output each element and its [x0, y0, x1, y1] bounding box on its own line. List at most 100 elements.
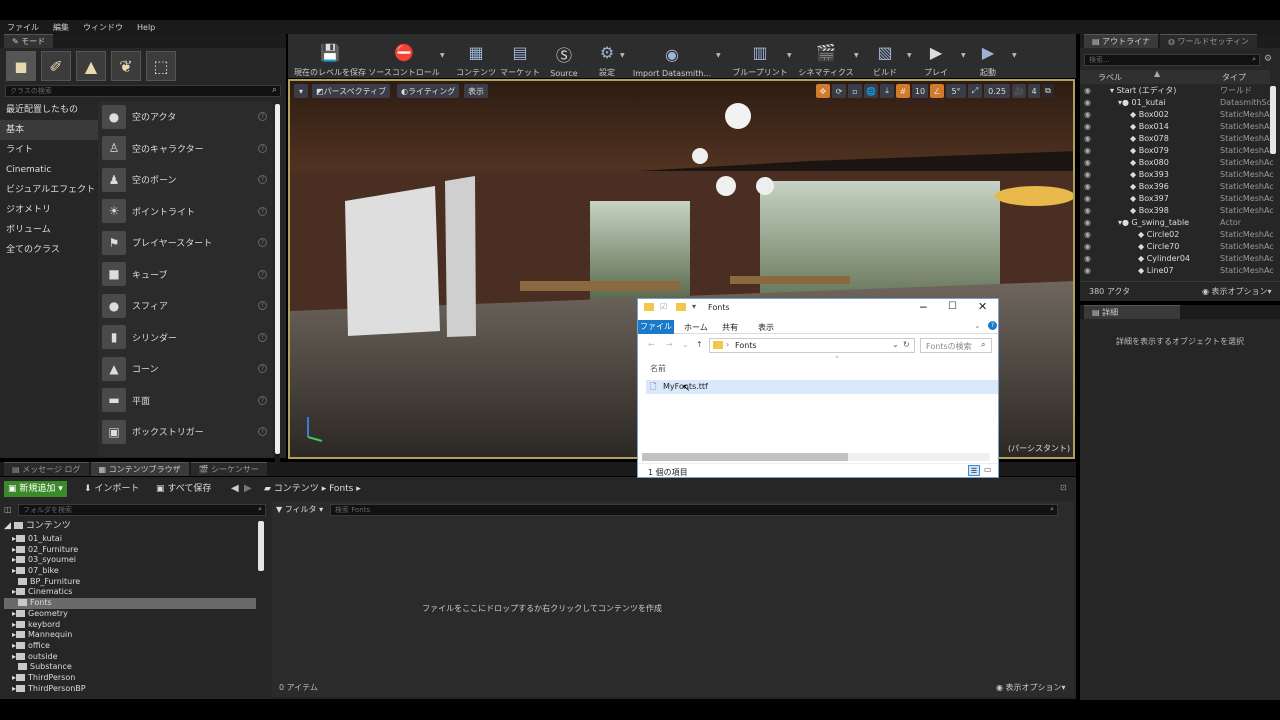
ribbon-tab-view[interactable]: 表示	[758, 322, 774, 333]
scale-snap-icon[interactable]: ⤢	[968, 84, 982, 98]
category-basic[interactable]: 基本	[0, 120, 98, 140]
eye-icon[interactable]: ◉	[1084, 229, 1091, 241]
menu-window[interactable]: ウィンドウ	[76, 22, 130, 33]
category-volumes[interactable]: ボリューム	[0, 220, 98, 240]
outliner-scrollbar-thumb[interactable]	[1270, 86, 1276, 154]
outliner-row[interactable]: ◉ ▾ Start (エディタ) ワールド	[1080, 85, 1270, 97]
eye-icon[interactable]: ◉	[1084, 133, 1091, 145]
camera-speed-icon[interactable]: 🎥	[1012, 84, 1026, 98]
lighting-button[interactable]: ◐ ライティング	[397, 84, 460, 98]
item-sphere[interactable]: ● スフィア?	[98, 290, 273, 322]
column-type[interactable]: タイプ	[1222, 72, 1246, 83]
asset-search-input[interactable]: 検索 Fonts ⌕	[330, 504, 1058, 516]
eye-icon[interactable]: ◉	[1084, 97, 1091, 109]
outliner-row[interactable]: ◉ ◆ Box080 StaticMeshAc	[1080, 157, 1274, 169]
eye-icon[interactable]: ◉	[1084, 157, 1091, 169]
angle-snap-icon[interactable]: ∠	[930, 84, 944, 98]
eye-icon[interactable]: ◉	[1084, 205, 1091, 217]
eye-icon[interactable]: ◉	[1084, 85, 1091, 97]
outliner-row[interactable]: ◉ ◆ Box396 StaticMeshAc	[1080, 181, 1274, 193]
outliner-row[interactable]: ◉ ◆ Box014 StaticMeshAc	[1080, 121, 1274, 133]
world-settings-tab[interactable]: ◍ ワールドセッティン	[1159, 34, 1258, 48]
folder-tree-toggle-icon[interactable]: ◫	[4, 505, 12, 514]
content-button[interactable]: ▦ コンテンツ	[454, 34, 498, 78]
add-new-button[interactable]: ▣ 新規追加 ▾	[4, 481, 67, 497]
blueprints-button[interactable]: ▥ ブループリント	[732, 34, 788, 78]
item-cylinder[interactable]: ▮ シリンダー?	[98, 322, 273, 354]
outliner-row[interactable]: ◉ ◆ Box393 StaticMeshAc	[1080, 169, 1274, 181]
menu-file[interactable]: ファイル	[0, 22, 46, 33]
geometry-mode-button[interactable]: ⬚	[146, 51, 176, 81]
details-view-icon[interactable]: ☰	[968, 465, 980, 476]
item-player-start[interactable]: ⚑ プレイヤースタート?	[98, 227, 273, 259]
outliner-search-input[interactable]: 検索... ⌕	[1084, 54, 1260, 66]
outliner-row[interactable]: ◉ ▾● 01_kutai DatasmithSce	[1080, 97, 1276, 109]
outliner-row[interactable]: ◉ ◆ Line07 StaticMeshAc	[1080, 265, 1274, 277]
launch-button[interactable]: ▶ 起動	[972, 34, 1004, 78]
grid-snap-value[interactable]: 10	[912, 84, 928, 98]
folder-root[interactable]: ◢ コンテンツ	[4, 521, 266, 534]
items-scrollbar-thumb[interactable]	[275, 104, 280, 454]
select-mode-icon[interactable]: ✥	[816, 84, 830, 98]
folder-item-selected[interactable]: Fonts	[4, 598, 256, 609]
chevron-down-icon[interactable]: ▼	[716, 52, 721, 59]
help-icon[interactable]: ?	[988, 321, 997, 330]
content-browser-tab[interactable]: ▦ コンテンツブラウザ	[90, 462, 189, 476]
eye-icon[interactable]: ◉	[1084, 121, 1091, 133]
modes-tab[interactable]: ✎ モード	[4, 34, 54, 48]
help-icon[interactable]: ?	[258, 112, 267, 122]
import-datasmith-button[interactable]: ◉ Import Datasmith...	[633, 34, 711, 79]
eye-icon[interactable]: ◉	[1084, 253, 1091, 265]
category-recent[interactable]: 最近配置したもの	[0, 100, 98, 120]
category-visual-effects[interactable]: ビジュアルエフェクト	[0, 180, 98, 200]
message-log-tab[interactable]: ▤ メッセージ ログ	[4, 462, 89, 476]
folder-item[interactable]: ▸ 07_bike	[4, 566, 266, 577]
eye-icon[interactable]: ◉	[1084, 181, 1091, 193]
asset-view-options[interactable]: ◉ 表示オプション▾	[996, 682, 1066, 693]
close-icon[interactable]: ✕	[978, 300, 987, 313]
source-button[interactable]: Ⓢ Source	[544, 34, 584, 78]
outliner-settings-icon[interactable]: ⚙	[1264, 54, 1272, 64]
maximize-viewport-icon[interactable]: ⧉	[1042, 84, 1054, 98]
outliner-tab[interactable]: ▤ アウトライナ	[1084, 34, 1158, 48]
folder-item[interactable]: ▸ 03_syoumei	[4, 555, 266, 566]
chevron-down-icon[interactable]: ▼	[440, 52, 445, 59]
history-back-icon[interactable]: ◀	[231, 481, 239, 497]
source-control-button[interactable]: ⛔ ソースコントロール	[368, 34, 440, 78]
outliner-row[interactable]: ◉ ◆ Box002 StaticMeshAc	[1080, 109, 1274, 121]
help-icon[interactable]: ?	[258, 175, 267, 185]
angle-snap-value[interactable]: 5°	[946, 84, 966, 98]
play-button[interactable]: ▶ プレイ	[920, 34, 952, 78]
folder-item[interactable]: Substance	[4, 662, 266, 673]
eye-icon[interactable]: ◉	[1084, 109, 1091, 121]
folder-item[interactable]: ▸ keybord	[4, 620, 266, 631]
lock-icon[interactable]: ⊡	[1060, 483, 1067, 492]
build-button[interactable]: ▧ ビルド	[868, 34, 902, 78]
filter-button[interactable]: ▼ フィルタ ▾	[276, 504, 323, 515]
camera-speed-value[interactable]: 4	[1028, 84, 1040, 98]
chevron-down-icon[interactable]: ▾	[692, 302, 696, 311]
category-lights[interactable]: ライト	[0, 140, 98, 160]
ribbon-tab-home[interactable]: ホーム	[684, 322, 708, 333]
help-icon[interactable]: ?	[258, 427, 267, 437]
help-icon[interactable]: ?	[258, 238, 267, 248]
eye-icon[interactable]: ◉	[1084, 265, 1091, 277]
save-level-button[interactable]: 💾 現在のレベルを保存	[292, 34, 368, 78]
help-icon[interactable]: ?	[258, 395, 267, 405]
folder-item[interactable]: ▸ Cinematics	[4, 587, 266, 598]
marketplace-button[interactable]: ▤ マーケット	[498, 34, 542, 78]
folder-item[interactable]: ▸ ThirdPersonBP	[4, 684, 266, 695]
help-icon[interactable]: ?	[258, 269, 267, 279]
scale-mode-icon[interactable]: ▫	[848, 84, 862, 98]
breadcrumb-root[interactable]: コンテンツ	[274, 484, 319, 494]
new-folder-icon[interactable]	[676, 303, 686, 311]
category-all-classes[interactable]: 全てのクラス	[0, 240, 98, 260]
foliage-mode-button[interactable]: ❦	[111, 51, 141, 81]
surface-snap-icon[interactable]: ⤓	[880, 84, 894, 98]
outliner-row[interactable]: ◉ ◆ Box079 StaticMeshAc	[1080, 145, 1274, 157]
item-empty-pawn[interactable]: ♟ 空のポーン?	[98, 164, 273, 196]
chevron-down-icon[interactable]: ▼	[961, 52, 966, 59]
folder-scrollbar-thumb[interactable]	[258, 521, 264, 571]
settings-button[interactable]: ⚙ 設定	[590, 34, 624, 78]
eye-icon[interactable]: ◉	[1084, 145, 1091, 157]
